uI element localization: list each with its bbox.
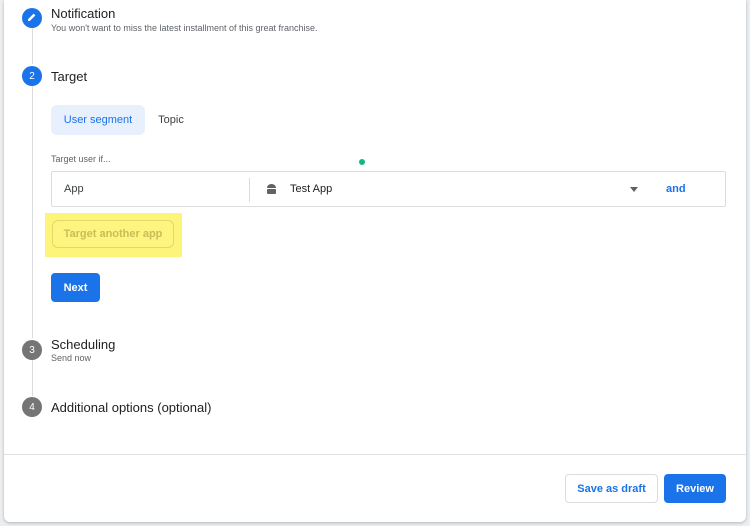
target-field-select[interactable]: App [64,172,84,206]
target-condition-label: Target user if... [51,154,111,164]
tab-user-segment[interactable]: User segment [51,105,145,135]
step-3-number: 3 [22,340,42,360]
save-as-draft-button[interactable]: Save as draft [565,474,658,503]
step-connector [32,86,33,338]
step-4-title[interactable]: Additional options (optional) [51,400,211,415]
app-select[interactable]: Test App [290,172,332,206]
step-2-title[interactable]: Target [51,69,87,84]
review-button[interactable]: Review [664,474,726,503]
step-connector [32,28,33,64]
step-1-title[interactable]: Notification [51,6,115,21]
step-3-subtitle: Send now [51,353,92,363]
pencil-icon [27,12,37,25]
next-button[interactable]: Next [51,273,100,302]
step-1-subtitle: You won't want to miss the latest instal… [51,23,318,33]
chevron-down-icon[interactable] [630,187,638,192]
step-connector [32,360,33,396]
target-condition-row: App Test App and [51,171,726,207]
step-3-title[interactable]: Scheduling [51,337,115,352]
campaign-card: Notification You won't want to miss the … [4,0,746,522]
tab-topic[interactable]: Topic [151,105,191,135]
footer-divider [4,454,746,455]
row-divider [249,178,250,202]
step-1-edit-indicator[interactable] [22,8,42,28]
android-icon [267,184,276,194]
step-2-number: 2 [22,66,42,86]
step-4-number: 4 [22,397,42,417]
and-button[interactable]: and [666,172,686,206]
target-another-app-button[interactable]: Target another app [52,220,174,248]
status-dot [359,159,365,165]
